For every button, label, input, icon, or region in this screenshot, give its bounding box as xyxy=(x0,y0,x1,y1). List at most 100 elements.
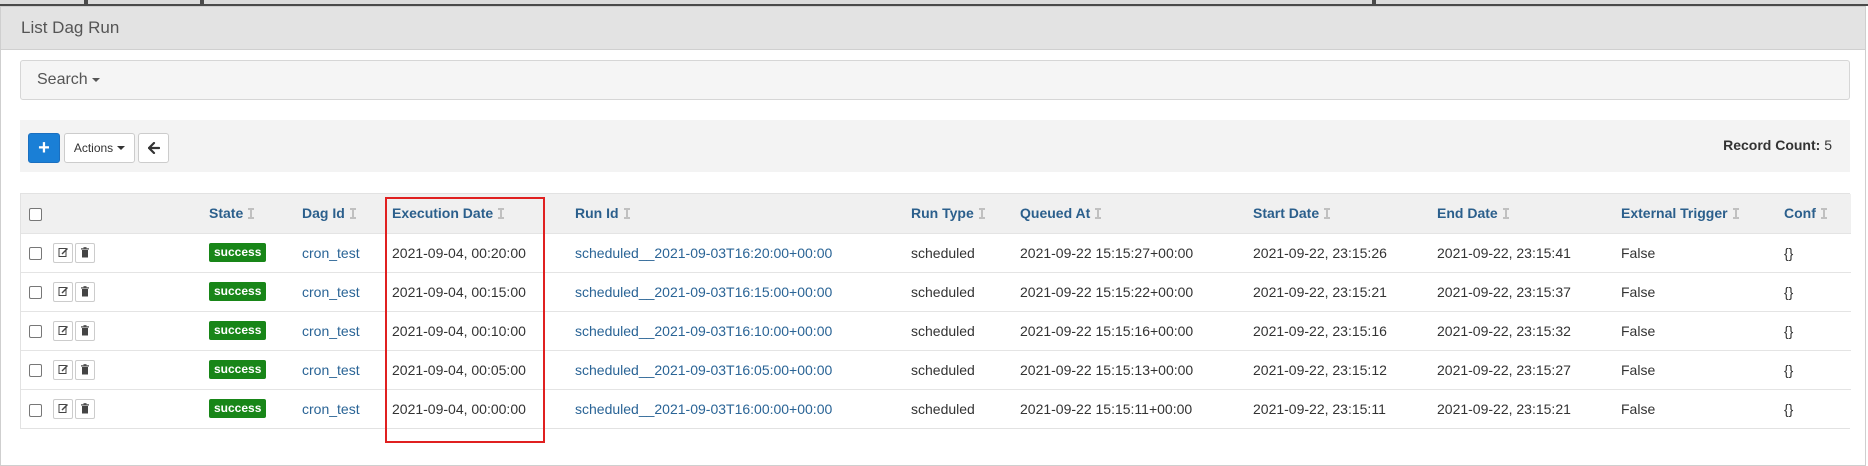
row-checkbox[interactable] xyxy=(29,403,42,417)
trash-icon xyxy=(80,364,90,375)
sort-icon xyxy=(623,208,630,220)
edit-record-button[interactable] xyxy=(53,242,73,263)
run-id-link[interactable]: scheduled__2021-09-03T16:10:00+00:00 xyxy=(575,311,911,350)
edit-record-button[interactable] xyxy=(53,320,73,341)
header-run-id[interactable]: Run Id xyxy=(575,194,911,233)
header-dag-id[interactable]: Dag Id xyxy=(302,194,392,233)
run-id-link[interactable]: scheduled__2021-09-03T16:15:00+00:00 xyxy=(575,272,911,311)
sort-icon xyxy=(1324,208,1331,220)
edit-record-button[interactable] xyxy=(53,398,73,419)
record-count: Record Count: 5 xyxy=(1723,137,1832,153)
execution-date-cell: 2021-09-04, 00:05:00 xyxy=(392,361,526,378)
execution-date-cell: 2021-09-04, 00:15:00 xyxy=(392,283,526,300)
conf-cell: {} xyxy=(1784,400,1794,417)
state-badge: success xyxy=(209,399,267,419)
run-id-link[interactable]: scheduled__2021-09-03T16:20:00+00:00 xyxy=(575,233,911,272)
header-conf[interactable]: Conf xyxy=(1784,194,1851,233)
queued-at-cell: 2021-09-22 15:15:16+00:00 xyxy=(1020,322,1194,339)
header-queued-at[interactable]: Queued At xyxy=(1020,194,1253,233)
start-date-cell: 2021-09-22, 23:15:26 xyxy=(1253,244,1387,261)
edit-icon xyxy=(58,325,69,336)
edit-record-button[interactable] xyxy=(53,281,73,302)
delete-record-button[interactable] xyxy=(75,359,95,380)
sort-icon xyxy=(1095,208,1102,220)
back-button[interactable] xyxy=(138,133,169,163)
sort-icon xyxy=(248,208,255,220)
dag-run-table: State Dag Id Execution Date Run Id Run T… xyxy=(20,193,1851,429)
start-date-cell: 2021-09-22, 23:15:12 xyxy=(1253,361,1387,378)
table-row: success cron_test 2021-09-04, 00:00:00 sche… xyxy=(21,389,1851,428)
run-type-cell: scheduled xyxy=(911,361,975,378)
state-badge: success xyxy=(209,243,267,262)
start-date-cell: 2021-09-22, 23:15:21 xyxy=(1253,283,1387,300)
sort-icon xyxy=(1732,208,1739,220)
edit-icon xyxy=(58,403,69,414)
toolbar: + Actions Record Count: 5 xyxy=(20,120,1850,172)
add-record-button[interactable]: + xyxy=(28,133,60,163)
end-date-cell: 2021-09-22, 23:15:32 xyxy=(1437,322,1571,339)
dag-id-link[interactable]: cron_test xyxy=(302,311,392,350)
delete-record-button[interactable] xyxy=(75,398,95,419)
dag-id-link[interactable]: cron_test xyxy=(302,233,392,272)
trash-icon xyxy=(80,403,90,414)
row-checkbox[interactable] xyxy=(29,286,42,300)
actions-label: Actions xyxy=(73,141,114,155)
search-label: Search xyxy=(37,71,88,88)
queued-at-cell: 2021-09-22 15:15:11+00:00 xyxy=(1020,400,1193,417)
trash-icon xyxy=(80,286,90,297)
actions-dropdown-button[interactable]: Actions xyxy=(64,133,135,163)
record-count-label: Record Count: xyxy=(1723,137,1821,153)
conf-cell: {} xyxy=(1784,322,1794,339)
sort-icon xyxy=(1820,208,1827,220)
header-run-type[interactable]: Run Type xyxy=(911,194,1020,233)
state-badge: success xyxy=(209,360,267,379)
start-date-cell: 2021-09-22, 23:15:16 xyxy=(1253,322,1387,339)
search-dropdown[interactable]: Search xyxy=(20,60,1850,100)
edit-icon xyxy=(58,247,69,258)
conf-cell: {} xyxy=(1784,361,1794,378)
sort-icon xyxy=(978,208,985,220)
table-row: success cron_test 2021-09-04, 00:15:00 sche… xyxy=(21,272,1851,311)
conf-cell: {} xyxy=(1784,283,1794,300)
header-start-date[interactable]: Start Date xyxy=(1253,194,1437,233)
chevron-down-icon xyxy=(117,146,126,150)
row-checkbox[interactable] xyxy=(29,325,42,339)
header-state[interactable]: State xyxy=(209,194,302,233)
state-badge: success xyxy=(209,282,267,301)
run-id-link[interactable]: scheduled__2021-09-03T16:00:00+00:00 xyxy=(575,389,911,428)
header-end-date[interactable]: End Date xyxy=(1437,194,1621,233)
dag-id-link[interactable]: cron_test xyxy=(302,272,392,311)
queued-at-cell: 2021-09-22 15:15:13+00:00 xyxy=(1020,361,1194,378)
dag-id-link[interactable]: cron_test xyxy=(302,350,392,389)
queued-at-cell: 2021-09-22 15:15:27+00:00 xyxy=(1020,244,1194,261)
sort-icon xyxy=(498,208,505,220)
sort-icon xyxy=(1502,208,1509,220)
run-id-link[interactable]: scheduled__2021-09-03T16:05:00+00:00 xyxy=(575,350,911,389)
run-type-cell: scheduled xyxy=(911,244,975,261)
arrow-left-icon xyxy=(147,142,160,154)
chevron-down-icon xyxy=(91,78,100,82)
execution-date-cell: 2021-09-04, 00:10:00 xyxy=(392,322,526,339)
row-checkbox[interactable] xyxy=(29,247,42,261)
delete-record-button[interactable] xyxy=(75,281,95,302)
execution-date-cell: 2021-09-04, 00:00:00 xyxy=(392,400,526,417)
edit-record-button[interactable] xyxy=(53,359,73,380)
table-row: success cron_test 2021-09-04, 00:10:00 sche… xyxy=(21,311,1851,350)
delete-record-button[interactable] xyxy=(75,320,95,341)
queued-at-cell: 2021-09-22 15:15:22+00:00 xyxy=(1020,283,1194,300)
row-checkbox[interactable] xyxy=(29,364,42,378)
header-external-trigger[interactable]: External Trigger xyxy=(1621,194,1784,233)
delete-record-button[interactable] xyxy=(75,242,95,263)
edit-icon xyxy=(58,364,69,375)
record-count-value: 5 xyxy=(1824,137,1832,153)
external-trigger-cell: False xyxy=(1621,361,1656,378)
dag-id-link[interactable]: cron_test xyxy=(302,389,392,428)
run-type-cell: scheduled xyxy=(911,283,975,300)
select-all-checkbox[interactable] xyxy=(29,208,42,222)
conf-cell: {} xyxy=(1784,244,1794,261)
trash-icon xyxy=(80,325,90,336)
edit-icon xyxy=(58,286,69,297)
header-execution-date[interactable]: Execution Date xyxy=(392,194,575,233)
run-type-cell: scheduled xyxy=(911,400,975,417)
external-trigger-cell: False xyxy=(1621,400,1656,417)
